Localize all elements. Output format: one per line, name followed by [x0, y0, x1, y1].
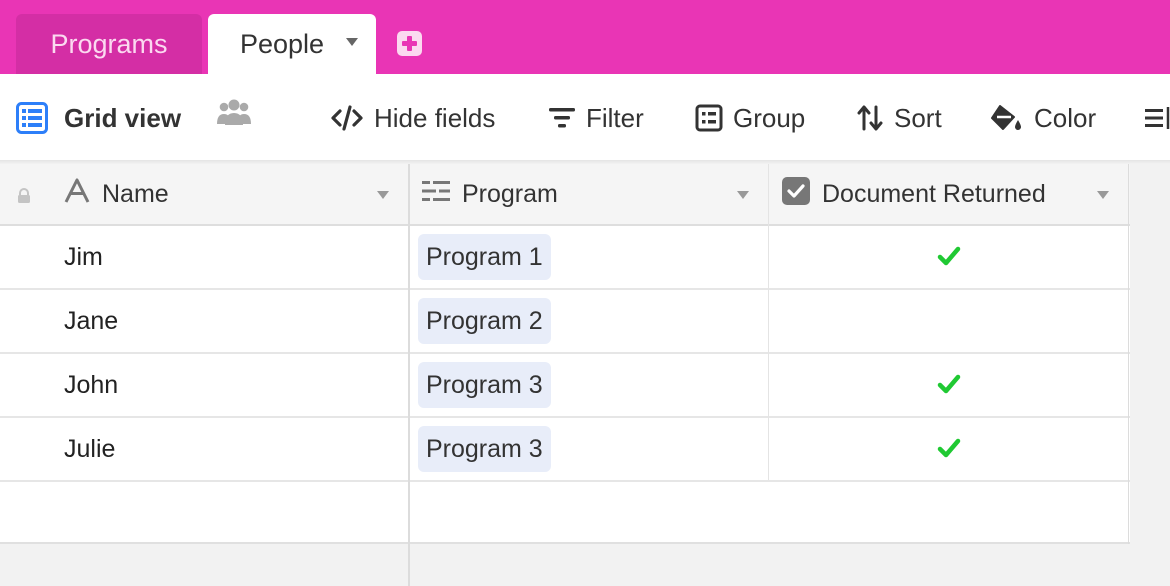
column-header-document-returned[interactable]: Document Returned: [782, 164, 1046, 224]
tab-people-label: People: [240, 28, 325, 59]
cell-name[interactable]: John: [64, 354, 118, 416]
add-table-icon[interactable]: [397, 31, 422, 56]
eye-slash-icon: [330, 105, 364, 131]
checkmark-icon[interactable]: [937, 245, 961, 272]
column-header-program[interactable]: Program: [422, 164, 558, 224]
add-row[interactable]: [0, 482, 1130, 544]
column-header-name-label: Name: [102, 179, 169, 208]
view-toolbar: Grid view Hide fields Filter Group Sort …: [0, 74, 1170, 162]
chevron-down-icon[interactable]: [346, 38, 358, 46]
group-label: Group: [733, 102, 806, 133]
sort-button[interactable]: Sort: [856, 74, 942, 162]
paint-bucket-icon: [990, 103, 1024, 133]
program-pill[interactable]: Program 1: [418, 234, 551, 280]
view-switcher-button[interactable]: Grid view: [16, 74, 181, 162]
grid-header-row: Name Program Document Returned: [0, 164, 1130, 226]
tab-programs-label: Programs: [50, 28, 168, 59]
column-header-name[interactable]: Name: [64, 164, 169, 224]
color-button[interactable]: Color: [990, 74, 1096, 162]
table-row[interactable]: John Program 3: [0, 354, 1130, 418]
group-button[interactable]: Group: [695, 74, 805, 162]
program-pill[interactable]: Program 2: [418, 298, 551, 344]
hide-fields-button[interactable]: Hide fields: [330, 74, 495, 162]
text-field-icon: [64, 178, 90, 211]
sort-icon: [856, 104, 884, 132]
filter-button[interactable]: Filter: [548, 74, 644, 162]
filter-icon: [548, 106, 576, 130]
tab-people[interactable]: People: [208, 14, 376, 74]
chevron-down-icon[interactable]: [737, 191, 749, 199]
view-name: Grid view: [64, 102, 182, 133]
checkmark-icon[interactable]: [937, 437, 961, 464]
lock-icon: [16, 188, 32, 209]
people-icon[interactable]: [216, 96, 252, 131]
checkmark-icon[interactable]: [937, 373, 961, 400]
color-label: Color: [1034, 102, 1097, 133]
tab-programs[interactable]: Programs: [16, 14, 202, 74]
table-tab-bar: Programs People: [0, 0, 1170, 74]
chevron-down-icon[interactable]: [377, 191, 389, 199]
cell-name[interactable]: Jane: [64, 290, 118, 352]
checkbox-field-icon: [782, 176, 810, 212]
row-height-icon: [1145, 105, 1170, 131]
program-pill[interactable]: Program 3: [418, 362, 551, 408]
column-header-program-label: Program: [462, 179, 558, 208]
grid-view-icon: [16, 102, 48, 134]
table-row[interactable]: Jim Program 1: [0, 226, 1130, 290]
column-divider: [1128, 164, 1129, 544]
frozen-column-divider: [408, 164, 410, 586]
sort-label: Sort: [894, 102, 942, 133]
table-row[interactable]: Julie Program 3: [0, 418, 1130, 482]
group-icon: [695, 104, 723, 132]
cell-name[interactable]: Jim: [64, 226, 103, 288]
column-divider: [768, 164, 769, 480]
filter-label: Filter: [586, 102, 644, 133]
program-pill[interactable]: Program 3: [418, 426, 551, 472]
table-row[interactable]: Jane Program 2: [0, 290, 1130, 354]
row-height-button[interactable]: [1145, 74, 1170, 162]
hide-fields-label: Hide fields: [374, 102, 496, 133]
linked-record-icon: [422, 179, 450, 210]
column-header-document-returned-label: Document Returned: [822, 179, 1046, 208]
cell-name[interactable]: Julie: [64, 418, 115, 480]
chevron-down-icon[interactable]: [1097, 191, 1109, 199]
